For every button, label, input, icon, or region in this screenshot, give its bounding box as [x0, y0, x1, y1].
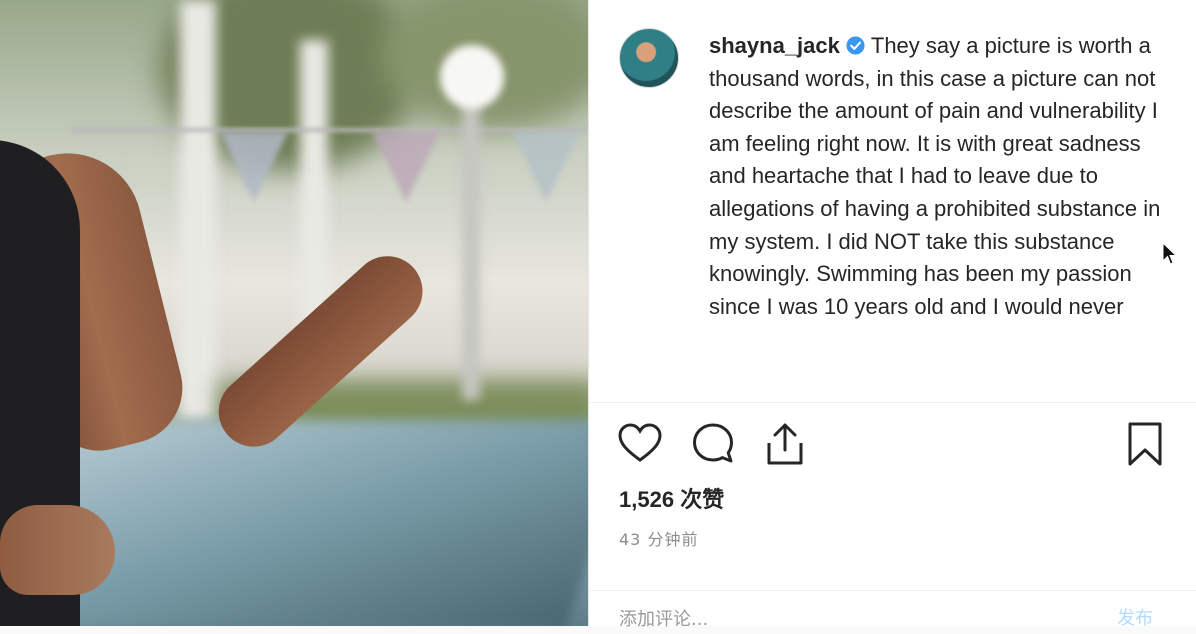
post-photo [0, 0, 588, 626]
photo-bunting-line [70, 128, 588, 132]
likes-number: 1,526 [619, 487, 675, 512]
avatar[interactable] [619, 28, 679, 88]
photo-lamp [440, 45, 504, 109]
post-timestamp[interactable]: 43 分钟前 [619, 526, 698, 550]
share-icon[interactable] [761, 420, 809, 468]
heart-icon[interactable] [616, 420, 664, 468]
photo-bunting-flag [512, 132, 580, 202]
photo-bunting-flag [220, 132, 288, 202]
mouse-cursor-icon [1162, 242, 1178, 265]
verified-badge-icon [846, 36, 865, 55]
photo-lamp-post [462, 100, 480, 400]
likes-count[interactable]: 1,526 次赞 [619, 482, 724, 514]
username-link[interactable]: shayna_jack [709, 33, 840, 58]
comment-bubble-icon[interactable] [689, 420, 737, 468]
post-comment-button[interactable]: 发布 [1117, 604, 1153, 630]
bookmark-icon[interactable] [1121, 420, 1169, 468]
comment-input[interactable] [619, 604, 1059, 634]
divider [589, 590, 1196, 591]
post-detail-panel: shayna_jack They say a picture is worth a… [588, 0, 1196, 634]
photo-background-pillar [180, 0, 216, 420]
photo-hand [0, 505, 115, 595]
photo-bunting-flag [372, 132, 440, 202]
divider [589, 402, 1196, 403]
post-caption: shayna_jack They say a picture is worth a… [709, 30, 1179, 323]
caption-text: They say a picture is worth a thousand w… [709, 33, 1161, 319]
likes-unit: 次赞 [680, 488, 725, 513]
